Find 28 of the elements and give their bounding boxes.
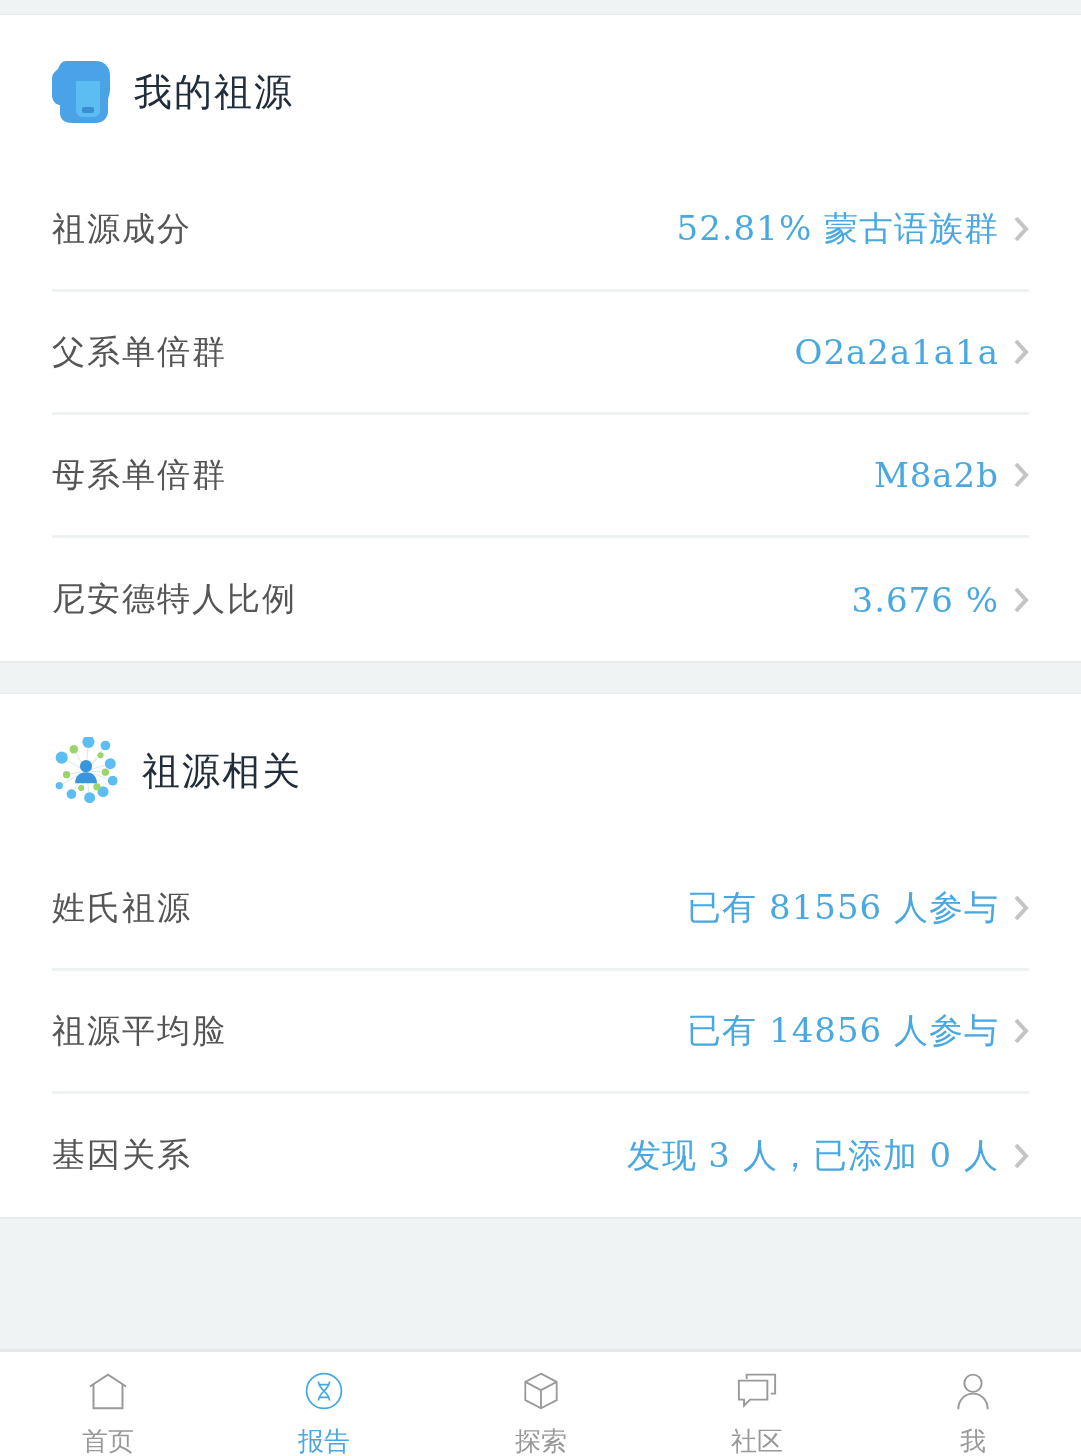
chevron-right-icon xyxy=(1013,585,1029,614)
chevron-right-icon xyxy=(1013,215,1029,243)
chevron-right-icon xyxy=(1013,1141,1029,1170)
chevron-right-icon xyxy=(1013,461,1029,489)
section-title: 祖源相关 xyxy=(142,747,302,795)
row-label: 尼安德特人比例 xyxy=(52,578,297,620)
tab-item[interactable]: 报告 xyxy=(216,1352,433,1456)
row-value[interactable]: M8a2b xyxy=(873,455,999,495)
tab-item[interactable]: 社区 xyxy=(648,1352,865,1456)
row-label: 母系单倍群 xyxy=(52,453,227,496)
tab-item[interactable]: 探索 xyxy=(432,1352,649,1456)
section-title: 我的祖源 xyxy=(134,68,294,116)
row-value[interactable]: 发现 3 人，已添加 0 人 xyxy=(626,1132,999,1179)
chevron-right-icon xyxy=(1013,1017,1029,1045)
row-label: 祖源成分 xyxy=(52,207,192,250)
row-value[interactable]: 已有 81556 人参与 xyxy=(687,885,999,931)
row-label: 基因关系 xyxy=(52,1134,192,1176)
chevron-right-icon xyxy=(1013,894,1029,922)
row-value[interactable]: 3.676 % xyxy=(851,579,999,620)
tab-item[interactable]: 我 xyxy=(864,1352,1081,1456)
chevron-right-icon xyxy=(1013,338,1029,366)
row-value[interactable]: O2a2a1a1a xyxy=(794,332,999,372)
row-label: 父系单倍群 xyxy=(52,330,227,373)
tab-item[interactable]: 首页 xyxy=(0,1352,217,1456)
row-label: 祖源平均脸 xyxy=(52,1009,227,1052)
row-value[interactable]: 52.81% 蒙古语族群 xyxy=(676,206,999,252)
row-label: 姓氏祖源 xyxy=(52,886,192,929)
row-value[interactable]: 已有 14856 人参与 xyxy=(687,1008,999,1054)
